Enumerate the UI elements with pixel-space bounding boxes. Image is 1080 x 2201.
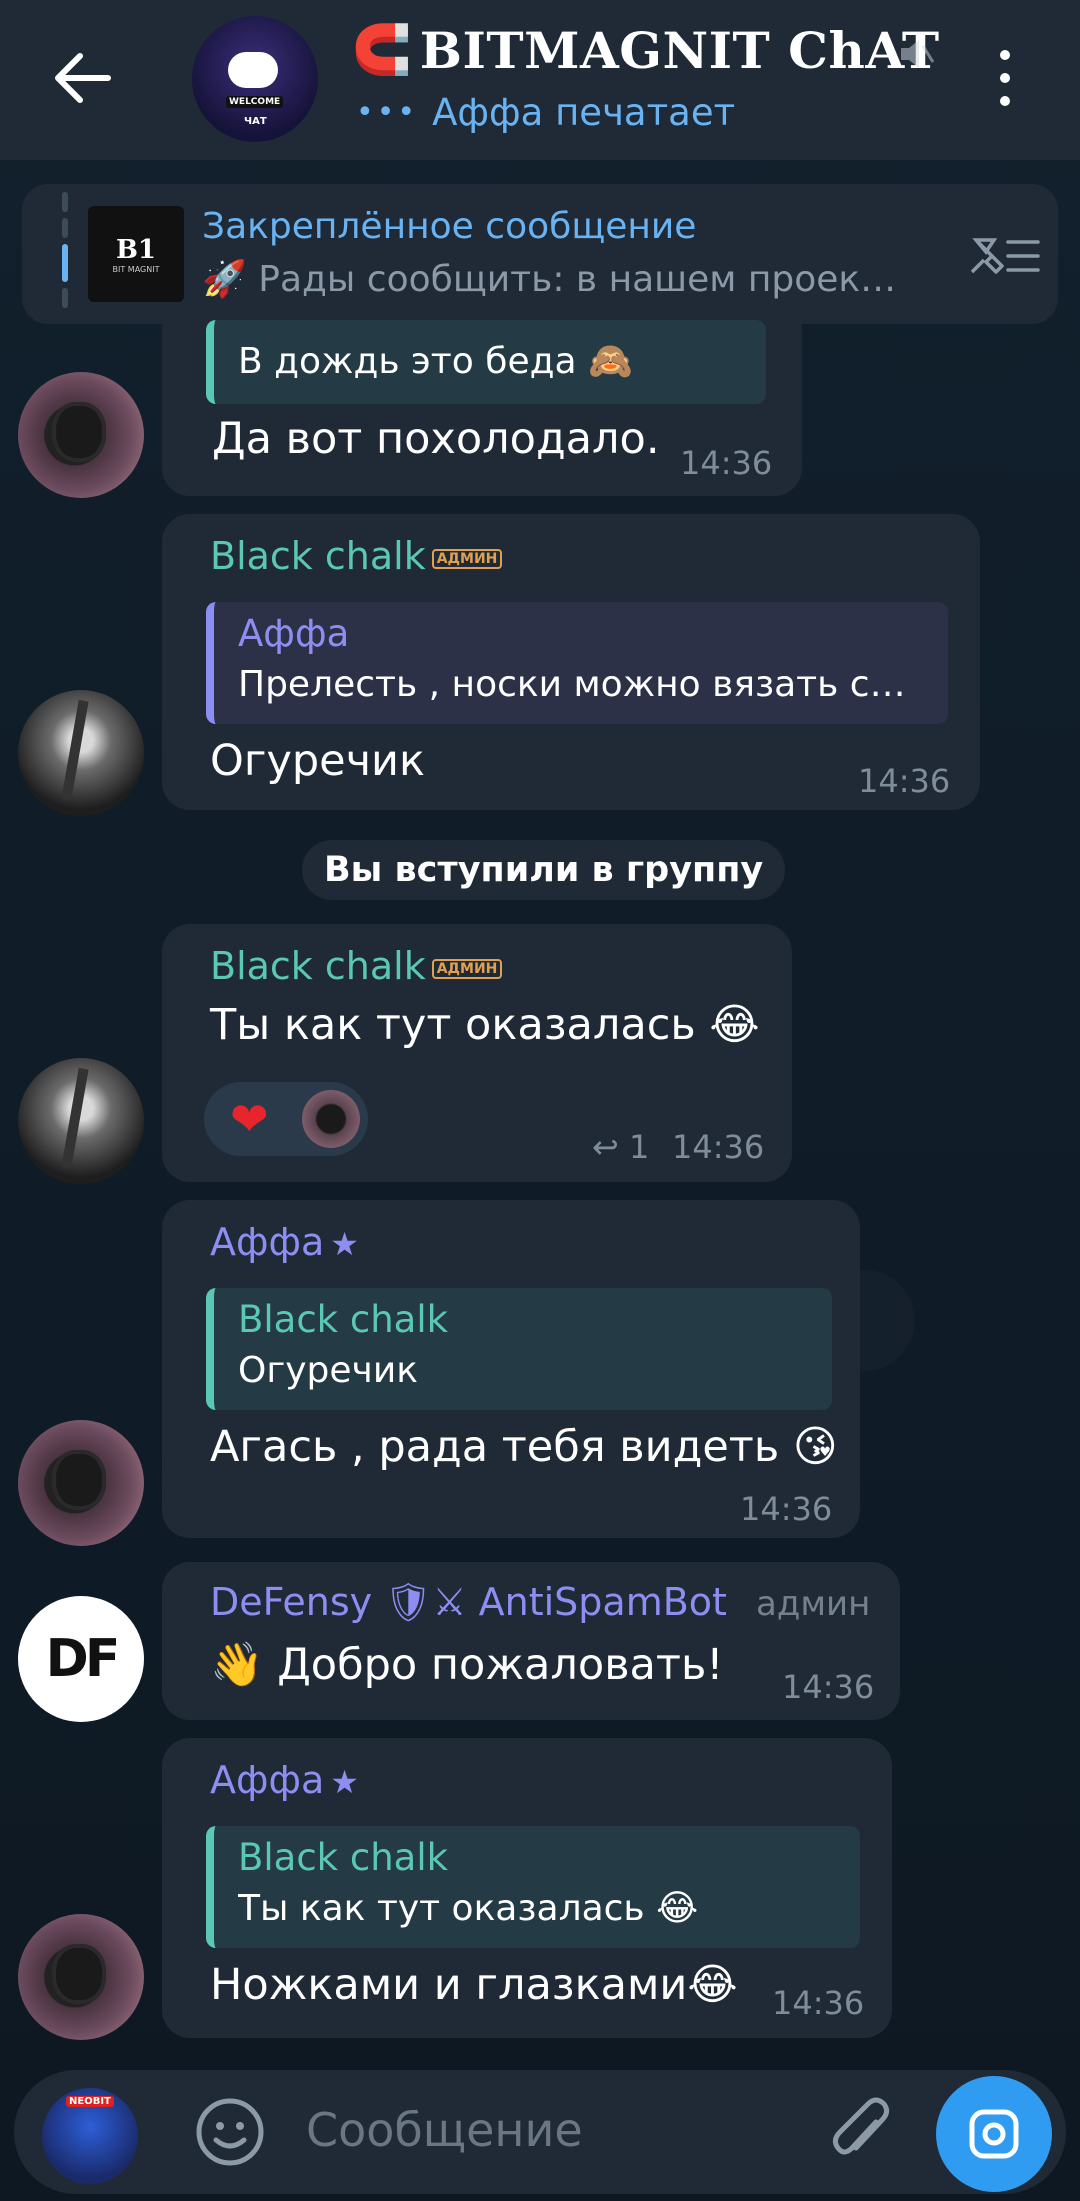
service-message: Вы вступили в группу (302, 840, 786, 900)
star-icon: ★ (330, 1763, 359, 1801)
avatar-affa[interactable] (18, 372, 144, 498)
message-text: Агась , рада тебя видеть 😘 (210, 1422, 838, 1472)
avatar-chat-text: ЧАТ (244, 116, 267, 127)
arrow-left-icon (55, 53, 111, 103)
reaction-chip[interactable]: ❤ (204, 1082, 368, 1156)
message-time: 14:36 (740, 1490, 833, 1528)
message-bubble[interactable]: В дождь это беда 🙈 Да вот похолодало. 14… (162, 300, 802, 496)
reply-count-number: 1 (628, 1128, 650, 1166)
admin-tag: админ (756, 1584, 871, 1624)
message-input[interactable] (306, 2098, 766, 2162)
pinned-label: Закреплённое сообщение (202, 206, 697, 247)
star-icon: ★ (330, 1225, 359, 1263)
admin-badge: АДМИН (431, 548, 503, 569)
reply-text: Ты как тут оказалась 😂 (238, 1888, 699, 1929)
sender-name[interactable]: Black chalk АДМИН (210, 534, 503, 578)
reply-preview[interactable]: Аффа Прелесть , носки можно вязать с… (206, 602, 948, 724)
magnet-icon: 🧲 (352, 22, 412, 78)
avatar-affa[interactable] (18, 1420, 144, 1546)
pinned-thumbnail: B1 BIT MAGNIT (88, 206, 184, 302)
avatar-affa[interactable] (18, 1914, 144, 2040)
smile-icon[interactable] (194, 2096, 266, 2168)
admin-badge: АДМИН (431, 958, 503, 979)
more-menu-button[interactable] (990, 50, 1020, 106)
chat-avatar[interactable]: WELCOME ЧАТ (192, 16, 318, 142)
reply-preview[interactable]: Black chalk Огуречик (206, 1288, 832, 1410)
reactor-avatar (302, 1090, 360, 1148)
defensy-logo-text: DF (45, 1629, 121, 1689)
message-bubble[interactable]: Black chalk АДМИН Аффа Прелесть , носки м… (162, 514, 980, 810)
reply-text: Прелесть , носки можно вязать с… (238, 664, 906, 705)
thread-reply-count[interactable]: ↩ 1 (592, 1128, 649, 1166)
chat-title-row[interactable]: 🧲 BITMAGNIT ChAT (352, 18, 952, 82)
pin-position-indicator (62, 192, 68, 308)
message-bubble[interactable]: Аффа ★ Black chalk Огуречик Агась , рада … (162, 1200, 860, 1538)
message-time: 14:36 (782, 1668, 875, 1706)
heart-reaction-icon: ❤ (230, 1092, 269, 1146)
sender-name-text: Black chalk (210, 944, 426, 988)
message-text: Да вот похолодало. (212, 414, 660, 464)
avatar-welcome-text: WELCOME (226, 96, 284, 108)
pinned-thumb-logo: B1 (115, 234, 157, 265)
chat-title: BITMAGNIT ChAT (419, 20, 940, 80)
back-button[interactable] (50, 48, 116, 108)
service-text: Вы вступили в группу (324, 850, 764, 890)
chat-header: WELCOME ЧАТ 🧲 BITMAGNIT ChAT ••• Аффа пе… (0, 0, 1080, 160)
reply-name: Black chalk (238, 1836, 449, 1879)
typing-dots-icon: ••• (356, 94, 419, 130)
reply-name: Black chalk (238, 1298, 449, 1341)
pinned-thumb-caption: BIT MAGNIT (112, 264, 160, 274)
message-text: Ты как тут оказалась 😂 (210, 1000, 760, 1050)
more-vertical-icon (1000, 50, 1010, 60)
chat-bubble-icon (228, 52, 278, 88)
sender-name[interactable]: Аффа ★ (210, 1758, 359, 1802)
typing-status: ••• Аффа печатает (356, 88, 735, 136)
sender-name[interactable]: Black chalk АДМИН (210, 944, 503, 988)
send-as-avatar-badge: NEOBIT (66, 2096, 114, 2107)
sender-name-text: Аффа (210, 1220, 325, 1264)
mute-icon (901, 40, 935, 68)
reply-text: В дождь это беда 🙈 (238, 341, 633, 382)
message-text: Огуречик (210, 736, 425, 786)
reply-text: Огуречик (238, 1350, 418, 1391)
paperclip-icon[interactable] (826, 2092, 896, 2172)
message-bubble[interactable]: DeFensy 🛡⚔ AntiSpamBot админ 👋 Добро пож… (162, 1562, 900, 1720)
avatar-defensy[interactable]: DF (18, 1596, 144, 1722)
sender-name-text: Black chalk (210, 534, 426, 578)
reply-preview[interactable]: Black chalk Ты как тут оказалась 😂 (206, 1826, 860, 1948)
reply-preview[interactable]: В дождь это беда 🙈 (206, 320, 766, 404)
message-time: 14:36 (680, 444, 773, 482)
send-as-avatar[interactable]: NEOBIT (42, 2088, 138, 2184)
sender-name[interactable]: DeFensy 🛡⚔ AntiSpamBot (210, 1580, 727, 1625)
sender-name-text: Аффа (210, 1758, 325, 1802)
message-bubble[interactable]: Аффа ★ Black chalk Ты как тут оказалась 😂… (162, 1738, 892, 2038)
avatar-black-chalk[interactable] (18, 690, 144, 816)
camera-icon (969, 2109, 1019, 2159)
reply-arrow-icon: ↩ (592, 1128, 619, 1166)
camera-button[interactable] (936, 2076, 1052, 2192)
sender-name[interactable]: Аффа ★ (210, 1220, 359, 1264)
message-time: 14:36 (672, 1128, 765, 1166)
message-text: 👋 Добро пожаловать! (210, 1640, 724, 1690)
message-time: 14:36 (858, 762, 951, 800)
typing-text: Аффа печатает (432, 90, 736, 134)
avatar-black-chalk[interactable] (18, 1058, 144, 1184)
reply-name: Аффа (238, 612, 350, 655)
pin-list-icon[interactable] (966, 232, 1040, 280)
pinned-text: 🚀 Рады сообщить: в нашем проек… (202, 259, 897, 300)
message-time: 14:36 (772, 1984, 865, 2022)
message-text: Ножками и глазками😂 (210, 1960, 738, 2010)
